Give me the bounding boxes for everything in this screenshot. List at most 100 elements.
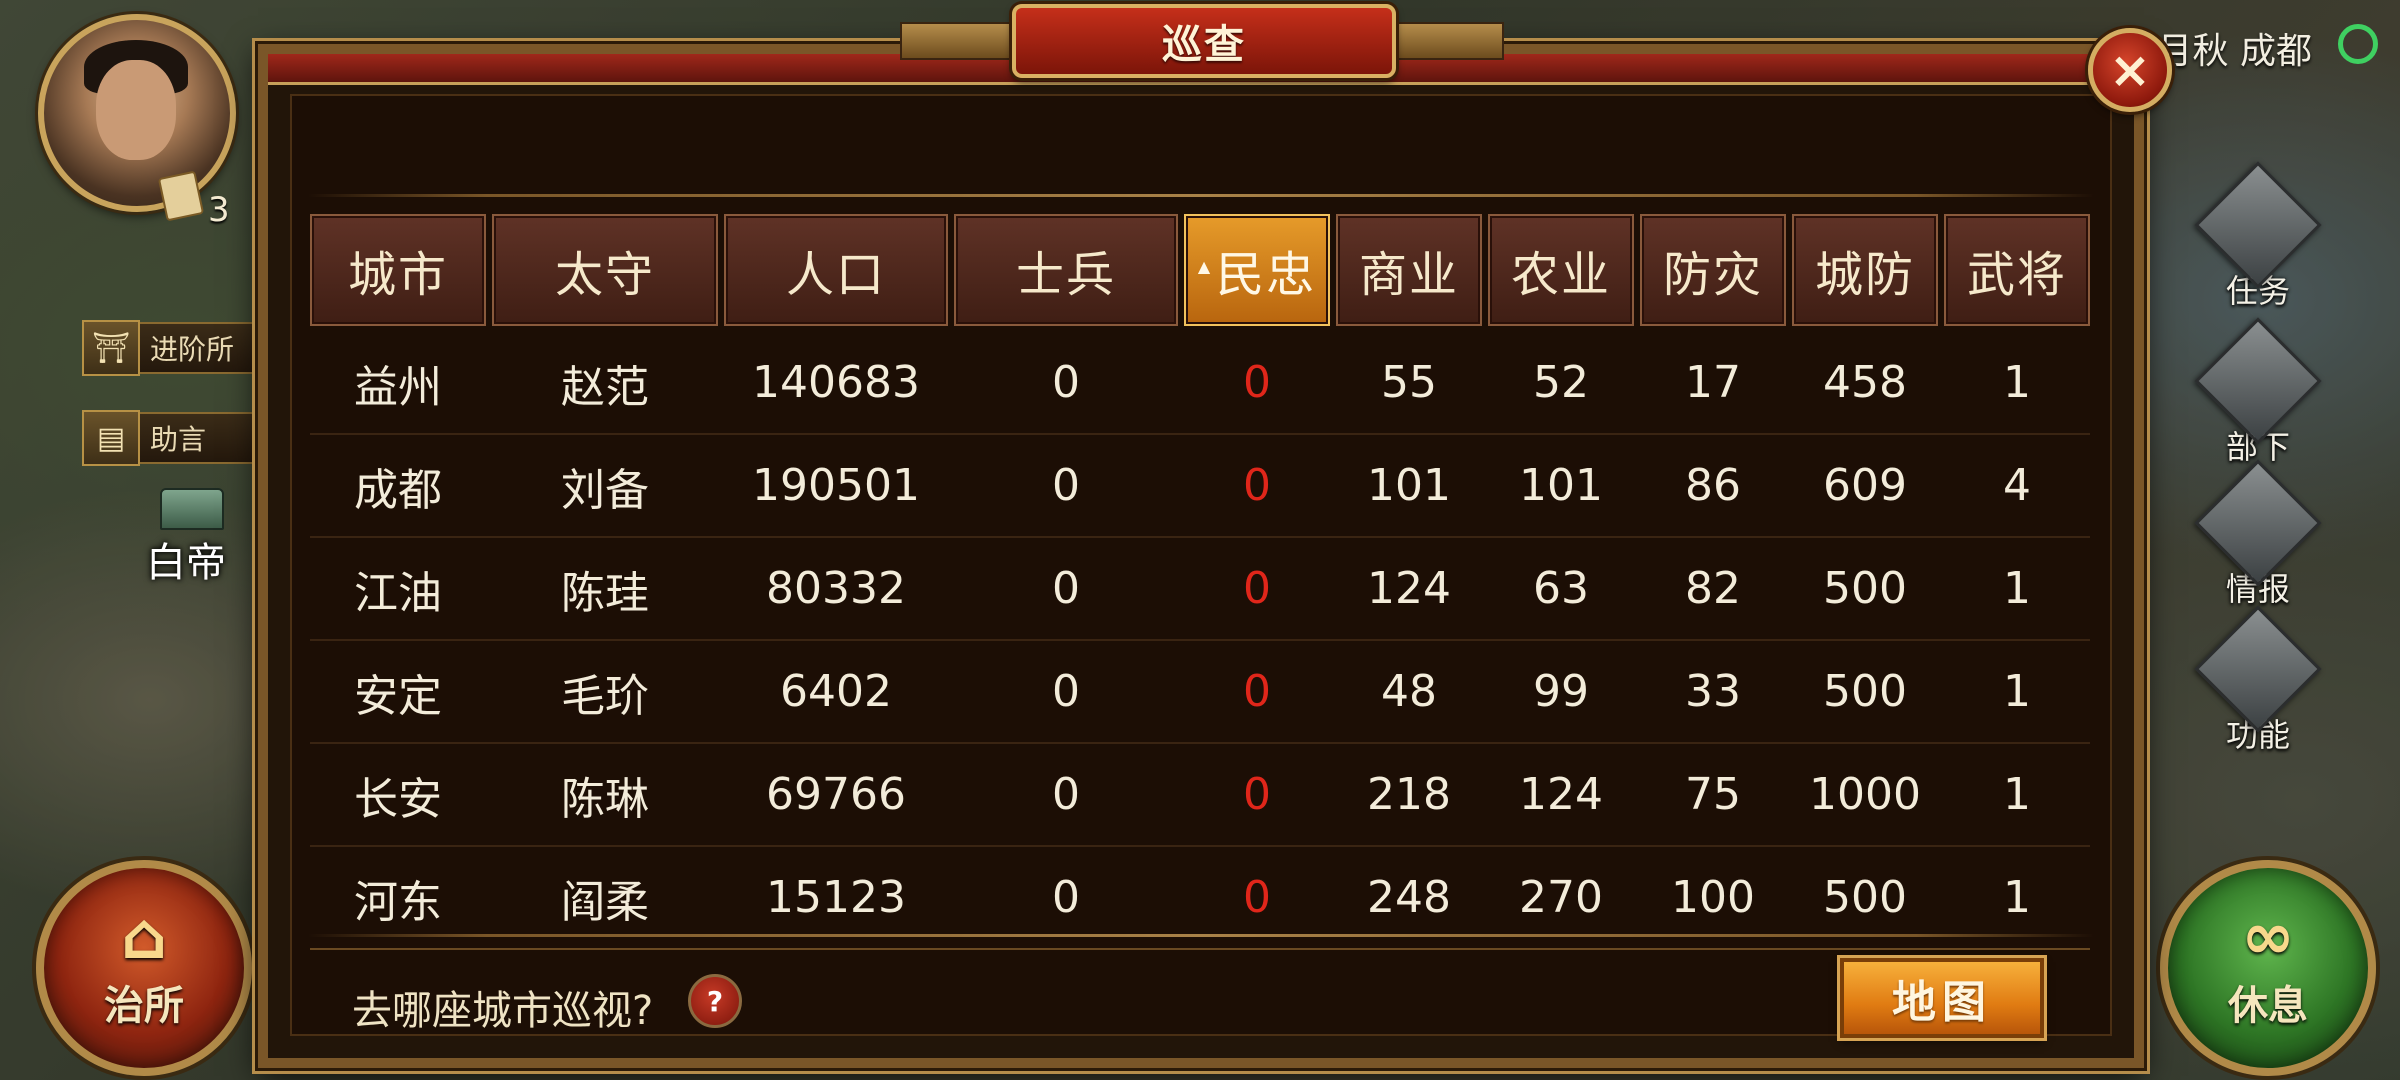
government-office-label: 治所 — [104, 983, 184, 1029]
advance-hall-button[interactable]: ⛩ 进阶所 — [82, 320, 270, 376]
functions-menu-button[interactable]: 功能 — [2194, 605, 2322, 756]
table-cell: 6402 — [780, 666, 892, 717]
header-generals[interactable]: 武将 — [1944, 214, 2090, 326]
table-cell: 4 — [2003, 460, 2031, 511]
close-icon[interactable]: × — [2088, 28, 2172, 112]
sort-up-icon: ▲ — [1197, 256, 1213, 276]
table-cell: 248 — [1367, 872, 1451, 923]
table-cell: 140683 — [752, 357, 920, 408]
subordinates-menu-button[interactable]: 部下 — [2194, 317, 2322, 468]
avatar-face — [96, 60, 176, 160]
table-cell: 0 — [1243, 563, 1271, 614]
table-cell: 124 — [1367, 563, 1451, 614]
header-population[interactable]: 人口 — [724, 214, 948, 326]
table-row[interactable]: 长安 陈琳 69766 0 0 218 124 75 1000 1 — [310, 744, 2090, 847]
city-marker-icon[interactable] — [160, 488, 224, 530]
table-cell: 500 — [1823, 872, 1907, 923]
table-cell: 赵范 — [561, 361, 649, 413]
table-cell: 0 — [1052, 666, 1080, 717]
header-soldiers[interactable]: 士兵 — [954, 214, 1178, 326]
scroll-icon — [157, 170, 205, 222]
map-button[interactable]: 地图 — [1840, 958, 2044, 1038]
table-cell: 1 — [2003, 872, 2031, 923]
table-cell: 190501 — [752, 460, 920, 511]
table-cell: 0 — [1052, 563, 1080, 614]
table-cell: 82 — [1685, 563, 1741, 614]
gate-icon: ⛩ — [82, 320, 140, 376]
header-loyalty[interactable]: ▲ 民忠 — [1184, 214, 1330, 326]
table-cell: 1000 — [1809, 769, 1921, 820]
table-cell: 0 — [1052, 872, 1080, 923]
header-disaster-prevention[interactable]: 防灾 — [1640, 214, 1786, 326]
table-row[interactable]: 成都 刘备 190501 0 0 101 101 86 609 4 — [310, 435, 2090, 538]
intel-menu-button[interactable]: 情报 — [2194, 459, 2322, 610]
patrol-dialog: 城市 太守 人口 士兵 ▲ 民忠 商业 农业 防灾 城防 武将 益州 赵范 14068… — [258, 44, 2144, 1068]
table-cell: 益州 — [354, 361, 442, 413]
table-cell: 75 — [1685, 769, 1741, 820]
rest-label: 休息 — [2228, 983, 2308, 1029]
advice-label: 助言 — [150, 423, 207, 456]
table-cell: 0 — [1052, 460, 1080, 511]
advance-hall-label: 进阶所 — [150, 333, 235, 366]
header-agriculture[interactable]: 农业 — [1488, 214, 1634, 326]
table-cell: 陈珪 — [561, 567, 649, 619]
table-cell: 218 — [1367, 769, 1451, 820]
table-body: 益州 赵范 140683 0 0 55 52 17 458 1 成都 刘备 190501 0 0 101 101… — [310, 332, 2090, 950]
table-cell: 270 — [1519, 872, 1603, 923]
header-commerce[interactable]: 商业 — [1336, 214, 1482, 326]
date-location-text: 月秋 成都 — [2156, 31, 2312, 72]
table-cell: 55 — [1381, 357, 1437, 408]
table-cell: 15123 — [766, 872, 906, 923]
table-cell: 0 — [1052, 357, 1080, 408]
table-cell: 0 — [1243, 460, 1271, 511]
table-cell: 河东 — [354, 876, 442, 928]
table-row[interactable]: 江油 陈珪 80332 0 0 124 63 82 500 1 — [310, 538, 2090, 641]
header-city[interactable]: 城市 — [310, 214, 486, 326]
dialog-title: 巡查 — [1012, 4, 1396, 78]
table-cell: 63 — [1533, 563, 1589, 614]
header-governor[interactable]: 太守 — [492, 214, 718, 326]
table-cell: 0 — [1243, 357, 1271, 408]
task-menu-button[interactable]: 任务 — [2194, 161, 2322, 312]
table-cell: 52 — [1533, 357, 1589, 408]
table-cell: 0 — [1052, 769, 1080, 820]
table-cell: 99 — [1533, 666, 1589, 717]
table-cell: 1 — [2003, 666, 2031, 717]
title-wing-right — [1380, 22, 1504, 60]
table-cell: 1 — [2003, 563, 2031, 614]
table-cell: 80332 — [766, 563, 906, 614]
footer-divider — [308, 934, 2094, 937]
table-cell: 86 — [1685, 460, 1741, 511]
advice-button[interactable]: ▤ 助言 — [82, 410, 270, 466]
table-cell: 毛玠 — [561, 670, 649, 722]
table-cell: 69766 — [766, 769, 906, 820]
table-cell: 124 — [1519, 769, 1603, 820]
table-cell: 500 — [1823, 563, 1907, 614]
table-cell: 成都 — [354, 464, 442, 516]
table-cell: 1 — [2003, 769, 2031, 820]
help-icon[interactable]: ? — [688, 974, 742, 1028]
table-cell: 0 — [1243, 666, 1271, 717]
title-wing-left — [900, 22, 1024, 60]
book-icon: ▤ — [82, 410, 140, 466]
table-cell: 0 — [1243, 769, 1271, 820]
table-cell: 609 — [1823, 460, 1907, 511]
rest-button[interactable]: ∞ 休息 — [2160, 860, 2376, 1076]
table-cell: 17 — [1685, 357, 1741, 408]
government-office-button[interactable]: ⌂ 治所 — [36, 860, 252, 1076]
table-row[interactable]: 安定 毛玠 6402 0 0 48 99 33 500 1 — [310, 641, 2090, 744]
city-table: 城市 太守 人口 士兵 ▲ 民忠 商业 农业 防灾 城防 武将 益州 赵范 14068… — [310, 214, 2090, 950]
table-cell: 安定 — [354, 670, 442, 722]
signal-icon — [2338, 24, 2378, 64]
table-cell: 陈琳 — [561, 773, 649, 825]
map-city-label[interactable]: 白帝 — [146, 530, 226, 588]
table-cell: 江油 — [354, 567, 442, 619]
table-row[interactable]: 益州 赵范 140683 0 0 55 52 17 458 1 — [310, 332, 2090, 435]
patrol-question: 去哪座城市巡视? — [352, 988, 654, 1034]
header-defense[interactable]: 城防 — [1792, 214, 1938, 326]
table-cell: 100 — [1671, 872, 1755, 923]
table-cell: 长安 — [354, 773, 442, 825]
dragon-icon: ∞ — [2241, 900, 2295, 974]
table-cell: 33 — [1685, 666, 1741, 717]
table-cell: 48 — [1381, 666, 1437, 717]
